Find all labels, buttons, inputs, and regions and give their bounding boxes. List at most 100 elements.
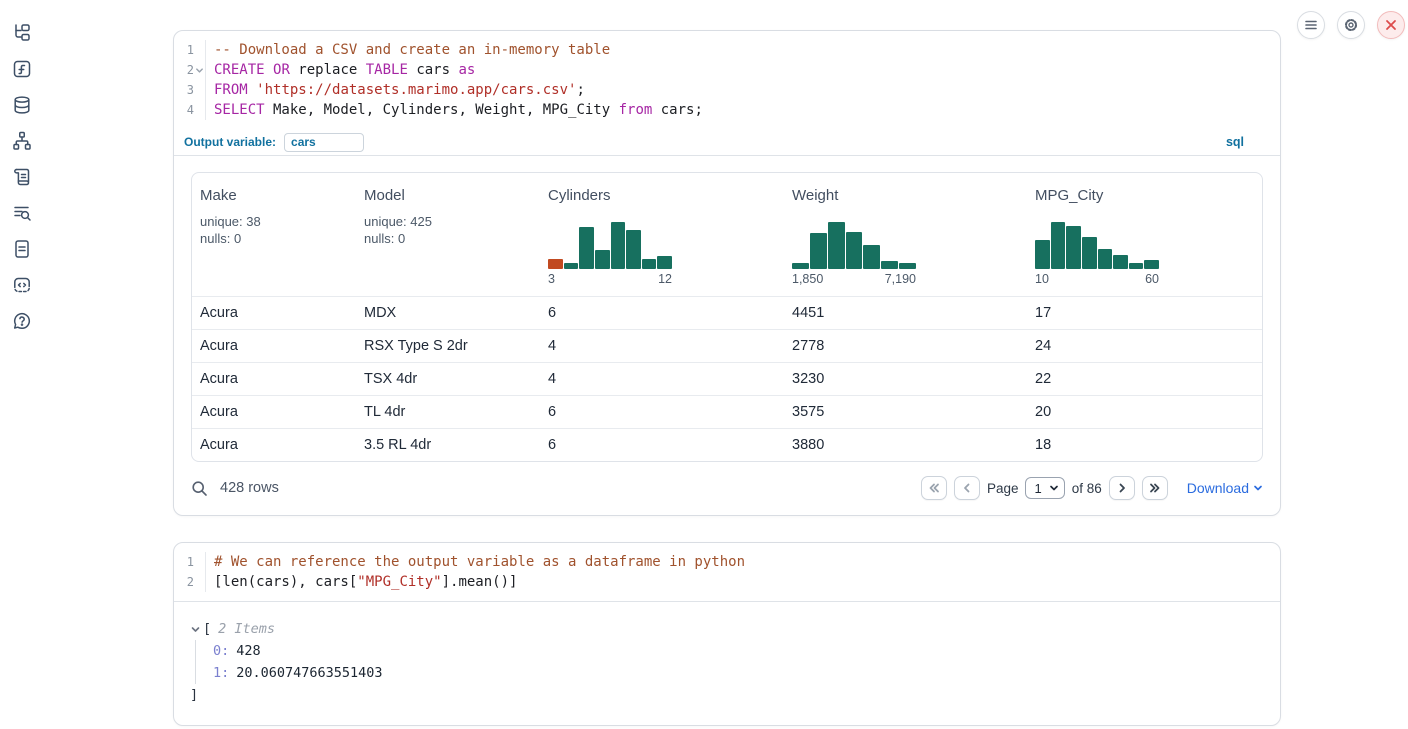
- first-page-button[interactable]: [921, 476, 947, 500]
- pagination: Page 1 of 86 Download: [921, 476, 1263, 500]
- sql-cell: 1-- Download a CSV and create an in-memo…: [173, 30, 1281, 516]
- fold-chevron-icon[interactable]: [194, 64, 205, 76]
- table-row[interactable]: AcuraRSX Type S 2dr4277824: [192, 329, 1262, 362]
- sidebar-item-documentation[interactable]: [12, 239, 32, 259]
- column-stat: unique: 38: [200, 213, 348, 230]
- table-cell: 17: [1027, 305, 1262, 321]
- table-footer: 428 rows Page 1 of 86: [174, 462, 1280, 515]
- sql-code-line: 1-- Download a CSV and create an in-memo…: [174, 40, 1280, 60]
- hist-bar: [846, 232, 863, 269]
- table-cell: 20: [1027, 404, 1262, 420]
- table-cell: 4: [540, 371, 784, 387]
- hist-max-label: 60: [1145, 272, 1159, 286]
- search-icon: [191, 480, 208, 497]
- table-cell: 2778: [784, 338, 1027, 354]
- histogram-cylinders: 312: [548, 222, 672, 286]
- sql-code-line: 2CREATE OR replace TABLE cars as: [174, 60, 1280, 80]
- column-header-weight[interactable]: Weight1,8507,190: [784, 173, 1027, 296]
- sidebar-item-file-tree[interactable]: [12, 23, 32, 43]
- python-code-editor[interactable]: 1# We can reference the output variable …: [174, 543, 1280, 601]
- hist-min-label: 3: [548, 272, 555, 286]
- hist-bar: [642, 259, 657, 269]
- hist-bar: [1082, 237, 1097, 269]
- tree-collapse-chevron-icon[interactable]: [190, 623, 203, 636]
- page-select-value: 1: [1034, 481, 1041, 496]
- table-row[interactable]: AcuraTSX 4dr4323022: [192, 362, 1262, 395]
- column-header-cylinders[interactable]: Cylinders312: [540, 173, 784, 296]
- table-row[interactable]: AcuraTL 4dr6357520: [192, 395, 1262, 428]
- hist-bar: [579, 227, 594, 269]
- sidebar-item-snippets[interactable]: [12, 275, 32, 295]
- column-name: Make: [200, 187, 348, 204]
- column-header-mpg_city[interactable]: MPG_City 10 60: [1027, 173, 1262, 296]
- search-button[interactable]: [191, 480, 208, 497]
- sidebar-item-scratchpad[interactable]: [12, 167, 32, 187]
- table-cell: Acura: [192, 404, 356, 420]
- table-cell: 6: [540, 305, 784, 321]
- settings-button[interactable]: [1337, 11, 1365, 39]
- menu-icon: [1304, 18, 1318, 32]
- tree-items-count: 2 Items: [218, 618, 275, 640]
- hist-max-label: 7,190: [885, 272, 916, 286]
- hist-min-label: 10: [1035, 272, 1049, 286]
- language-badge: sql: [1226, 135, 1244, 149]
- column-header-make[interactable]: Makeunique: 38nulls: 0: [192, 173, 356, 296]
- menu-button[interactable]: [1297, 11, 1325, 39]
- code-text: [len(cars), cars["MPG_City"].mean()]: [206, 572, 517, 592]
- hist-bar: [548, 259, 563, 269]
- table-cell: RSX Type S 2dr: [356, 338, 540, 354]
- hist-bar: [863, 245, 880, 269]
- table-header-row: Makeunique: 38nulls: 0Modelunique: 425nu…: [192, 173, 1262, 296]
- tree-root: [ 2 Items: [190, 618, 1264, 640]
- tree-entry-value: 20.060747663551403: [236, 665, 382, 681]
- table-cell: 3.5 RL 4dr: [356, 437, 540, 453]
- output-variable-input[interactable]: [284, 133, 364, 152]
- tree-close-bracket: ]: [190, 684, 1264, 706]
- page-select[interactable]: 1: [1025, 477, 1064, 499]
- hist-bar: [828, 222, 845, 269]
- column-header-model[interactable]: Modelunique: 425nulls: 0: [356, 173, 540, 296]
- next-page-button[interactable]: [1109, 476, 1135, 500]
- chevron-down-icon: [1253, 483, 1263, 493]
- sidebar-item-functions[interactable]: [12, 59, 32, 79]
- tree-entry: 0:428: [213, 640, 1264, 662]
- table-cell: Acura: [192, 338, 356, 354]
- table-body: AcuraMDX6445117AcuraRSX Type S 2dr427782…: [192, 296, 1262, 461]
- download-button[interactable]: Download: [1187, 480, 1263, 496]
- table-row[interactable]: AcuraMDX6445117: [192, 296, 1262, 329]
- table-cell: 4: [540, 338, 784, 354]
- hist-bar: [564, 263, 579, 269]
- sidebar-item-help[interactable]: [12, 311, 32, 331]
- table-cell: 4451: [784, 305, 1027, 321]
- sidebar-item-dependency-graph[interactable]: [12, 131, 32, 151]
- sql-code-editor[interactable]: 1-- Download a CSV and create an in-memo…: [174, 31, 1280, 129]
- column-name: Model: [364, 187, 532, 204]
- code-snippet-icon: [12, 275, 32, 295]
- table-row[interactable]: Acura3.5 RL 4dr6388018: [192, 428, 1262, 461]
- sidebar-item-datasources[interactable]: [12, 95, 32, 115]
- histogram-weight: 1,8507,190: [792, 222, 916, 286]
- code-text: CREATE OR replace TABLE cars as: [206, 60, 475, 80]
- database-icon: [12, 95, 32, 115]
- close-icon: [1385, 19, 1397, 31]
- tree-entry-key: 1:: [213, 665, 229, 681]
- prev-page-button[interactable]: [954, 476, 980, 500]
- shutdown-button[interactable]: [1377, 11, 1405, 39]
- output-variable-label: Output variable:: [174, 135, 276, 149]
- sql-cell-output: Makeunique: 38nulls: 0Modelunique: 425nu…: [174, 156, 1280, 462]
- last-page-button[interactable]: [1142, 476, 1168, 500]
- python-code-line: 2[len(cars), cars["MPG_City"].mean()]: [174, 572, 1280, 592]
- data-table: Makeunique: 38nulls: 0Modelunique: 425nu…: [191, 172, 1263, 462]
- line-number: 4: [174, 100, 206, 120]
- column-name: MPG_City: [1035, 187, 1254, 204]
- code-text: FROM 'https://datasets.marimo.app/cars.c…: [206, 80, 585, 100]
- hist-bar: [1066, 226, 1081, 269]
- sql-code-line: 4SELECT Make, Model, Cylinders, Weight, …: [174, 100, 1280, 120]
- line-number: 2: [174, 572, 206, 592]
- table-cell: 3880: [784, 437, 1027, 453]
- table-cell: 22: [1027, 371, 1262, 387]
- hist-bar: [611, 222, 626, 269]
- table-cell: 18: [1027, 437, 1262, 453]
- sidebar-item-logs[interactable]: [12, 203, 32, 223]
- line-number: 2: [174, 60, 206, 80]
